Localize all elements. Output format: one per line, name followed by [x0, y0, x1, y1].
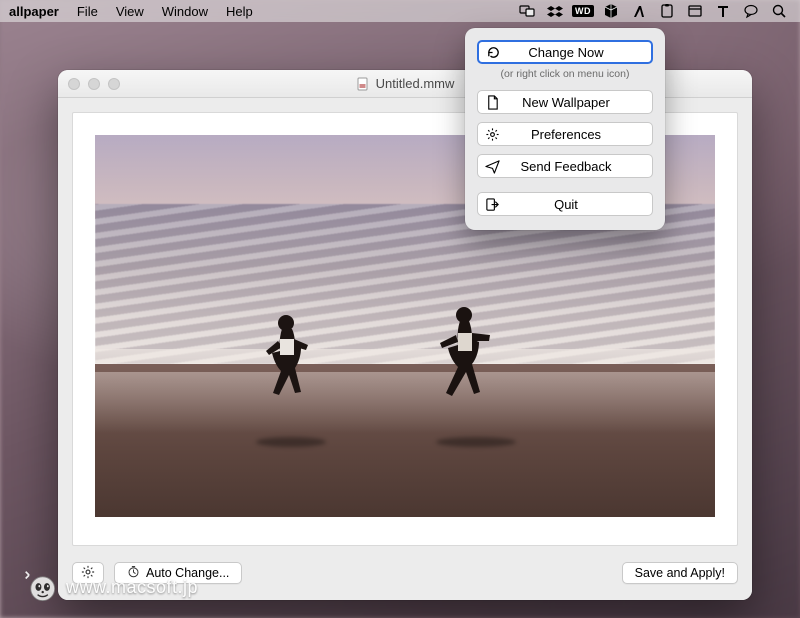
menubar-popover: Change Now (or right click on menu icon)… [465, 28, 665, 230]
save-apply-label: Save and Apply! [635, 566, 725, 580]
change-now-button[interactable]: Change Now [477, 40, 653, 64]
quit-label: Quit [506, 197, 652, 212]
send-feedback-label: Send Feedback [506, 159, 652, 174]
watermark-text: www.macsoft.jp [66, 577, 198, 598]
popover-hint: (or right click on menu icon) [477, 68, 653, 80]
new-wallpaper-label: New Wallpaper [506, 95, 652, 110]
document-icon [478, 95, 506, 110]
menu-help[interactable]: Help [217, 0, 262, 22]
wd-icon[interactable]: WD [574, 2, 592, 20]
search-icon[interactable] [770, 2, 788, 20]
app-menu[interactable]: allpaper [0, 0, 68, 22]
window-title: Untitled.mmw [376, 76, 455, 91]
close-button[interactable] [68, 78, 80, 90]
display-icon[interactable] [518, 2, 536, 20]
figure-child-left [256, 311, 316, 421]
menu-view[interactable]: View [107, 0, 153, 22]
text-icon[interactable] [714, 2, 732, 20]
chat-icon[interactable] [742, 2, 760, 20]
refresh-icon [479, 45, 507, 60]
lambda-icon[interactable] [630, 2, 648, 20]
menu-window[interactable]: Window [153, 0, 217, 22]
mascot-icon [24, 570, 58, 604]
preferences-label: Preferences [506, 127, 652, 142]
quit-button[interactable]: Quit [477, 192, 653, 216]
figure-child-right [430, 303, 500, 423]
change-now-label: Change Now [507, 45, 651, 60]
dropbox-icon[interactable] [546, 2, 564, 20]
watermark: www.macsoft.jp [24, 570, 198, 604]
send-feedback-button[interactable]: Send Feedback [477, 154, 653, 178]
cube-icon[interactable] [602, 2, 620, 20]
minimize-button[interactable] [88, 78, 100, 90]
zoom-button[interactable] [108, 78, 120, 90]
traffic-lights[interactable] [68, 78, 120, 90]
system-menubar: allpaper File View Window Help WD [0, 0, 800, 22]
new-wallpaper-button[interactable]: New Wallpaper [477, 90, 653, 114]
clipboard-icon[interactable] [658, 2, 676, 20]
window-icon[interactable] [686, 2, 704, 20]
gear-icon [478, 127, 506, 142]
exit-icon [478, 197, 506, 212]
document-icon [356, 77, 370, 91]
paper-plane-icon [478, 159, 506, 174]
preferences-button[interactable]: Preferences [477, 122, 653, 146]
menu-file[interactable]: File [68, 0, 107, 22]
save-apply-button[interactable]: Save and Apply! [622, 562, 738, 584]
